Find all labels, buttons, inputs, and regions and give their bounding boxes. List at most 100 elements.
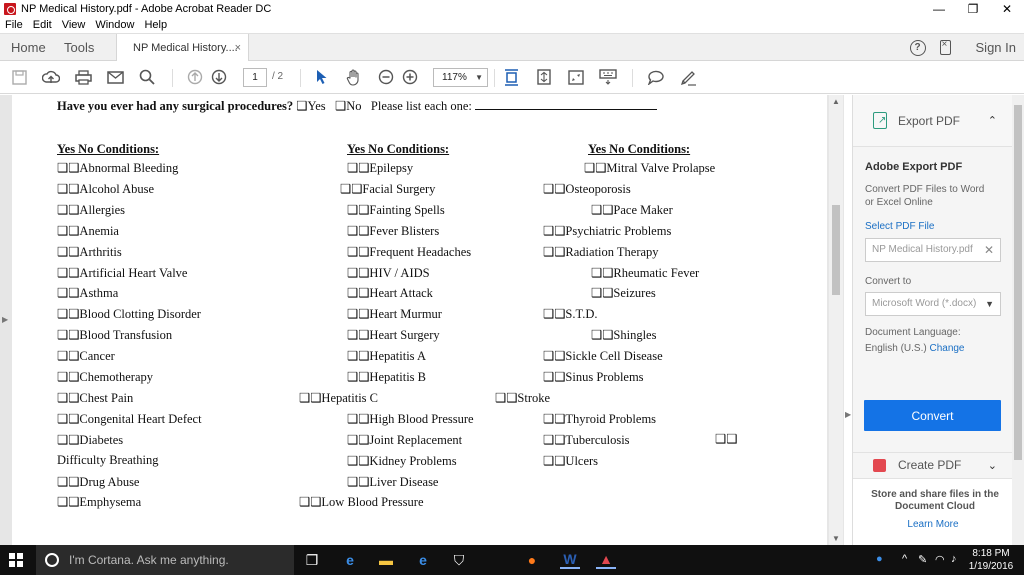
menu-edit[interactable]: Edit: [33, 19, 52, 31]
people-icon[interactable]: ●: [876, 553, 883, 565]
next-page-icon[interactable]: [209, 68, 229, 86]
clear-file-icon[interactable]: ✕: [984, 239, 994, 261]
scroll-up-icon[interactable]: ▲: [832, 97, 840, 106]
cortana-search-box[interactable]: I'm Cortana. Ask me anything.: [36, 545, 294, 575]
store-icon[interactable]: ⛉: [449, 551, 469, 569]
condition-item: ❑❑Ulcers: [543, 453, 599, 468]
mobile-link-icon[interactable]: [939, 39, 951, 55]
selected-file-field[interactable]: NP Medical History.pdf ✕: [865, 238, 1001, 262]
acrobat-taskbar-icon[interactable]: ▲: [596, 551, 616, 569]
tab-bar: Home Tools NP Medical History.... × ? Si…: [0, 33, 1024, 62]
previous-page-icon[interactable]: [185, 68, 205, 86]
edge-browser-icon[interactable]: e: [340, 551, 360, 569]
condition-item: ❑❑Artificial Heart Valve: [57, 265, 188, 280]
show-hidden-icons[interactable]: ^: [902, 553, 907, 565]
learn-more-link[interactable]: Learn More: [853, 519, 1013, 530]
full-screen-icon[interactable]: [566, 68, 586, 86]
tab-tools[interactable]: Tools: [64, 34, 94, 61]
column-header-3: Yes No Conditions:: [588, 142, 691, 156]
menu-view[interactable]: View: [62, 19, 86, 31]
convert-to-label: Convert to: [865, 276, 912, 287]
select-pdf-file-link[interactable]: Select PDF File: [865, 221, 934, 232]
right-panel-toggle-icon[interactable]: ▶: [845, 410, 851, 419]
wifi-icon[interactable]: ◠: [935, 553, 945, 566]
sign-in-link[interactable]: Sign In: [976, 40, 1016, 55]
tab-home[interactable]: Home: [11, 34, 46, 61]
acrobat-app-icon: [4, 2, 16, 15]
condition-item: ❑❑Fever Blisters: [347, 223, 440, 238]
zoom-in-icon[interactable]: [400, 68, 420, 86]
condition-item: ❑❑Joint Replacement: [347, 432, 463, 447]
create-pdf-title: Create PDF: [898, 458, 962, 472]
scrolling-mode-icon[interactable]: [501, 68, 521, 86]
restore-button[interactable]: ❐: [956, 0, 990, 17]
task-view-icon[interactable]: ❐: [302, 551, 322, 569]
condition-item: ❑❑Stroke: [495, 390, 551, 405]
help-icon[interactable]: ?: [909, 39, 926, 56]
scroll-down-icon[interactable]: ▼: [832, 534, 840, 543]
hand-tool-icon[interactable]: [344, 68, 364, 86]
document-language-value: English (U.S.): [865, 343, 927, 354]
system-clock[interactable]: 8:18 PM 1/19/2016: [966, 547, 1016, 573]
document-viewport[interactable]: ▶ Have you ever had any surgical procedu…: [0, 95, 851, 545]
zoom-level-select[interactable]: 117% ▼: [433, 68, 488, 87]
convert-format-select[interactable]: Microsoft Word (*.docx) ▼: [865, 292, 1001, 316]
column-header-1: Yes No Conditions:: [57, 142, 160, 156]
change-language-link[interactable]: Change: [929, 343, 964, 354]
condition-item: ❑❑Hepatitis C: [299, 390, 379, 405]
export-pdf-header[interactable]: Export PDF ⌃: [853, 95, 1013, 147]
pen-icon[interactable]: ✎: [918, 553, 927, 566]
document-scrollbar[interactable]: ▲ ▼: [829, 95, 843, 545]
fit-page-icon[interactable]: [534, 68, 554, 86]
menu-help[interactable]: Help: [144, 19, 167, 31]
comment-icon[interactable]: [646, 68, 666, 86]
print-icon[interactable]: [73, 68, 93, 86]
adobe-export-title: Adobe Export PDF: [865, 161, 963, 173]
trailing-checkboxes: ❑❑: [715, 432, 738, 446]
condition-item: ❑❑Anemia: [57, 223, 119, 238]
list-prompt: Please list each one:: [370, 99, 472, 113]
menu-window[interactable]: Window: [95, 19, 134, 31]
create-pdf-header[interactable]: Create PDF ⌄: [853, 452, 1013, 477]
firefox-icon[interactable]: ●: [522, 551, 542, 569]
windows-start-icon[interactable]: [9, 553, 23, 567]
search-icon[interactable]: [137, 68, 157, 86]
internet-explorer-icon[interactable]: e: [413, 551, 433, 569]
upload-cloud-icon[interactable]: [41, 68, 61, 86]
volume-icon[interactable]: ♪: [951, 553, 957, 565]
convert-button[interactable]: Convert: [864, 400, 1001, 431]
condition-item: ❑❑Abnormal Bleeding: [57, 161, 179, 175]
panel-scrollbar-thumb[interactable]: [1014, 105, 1022, 460]
condition-item: ❑❑Psychiatric Problems: [543, 223, 672, 238]
scrollbar-thumb[interactable]: [832, 205, 840, 295]
zoom-out-icon[interactable]: [376, 68, 396, 86]
condition-item: ❑❑Shingles: [591, 328, 657, 343]
panel-scrollbar[interactable]: [1012, 95, 1024, 545]
email-icon[interactable]: [105, 68, 125, 86]
condition-item: ❑❑Arthritis: [57, 244, 122, 259]
file-explorer-icon[interactable]: ▬: [376, 551, 396, 569]
save-icon[interactable]: [9, 68, 29, 86]
export-pdf-panel: Export PDF ⌃ Adobe Export PDF Convert PD…: [852, 95, 1013, 545]
tab-close-icon[interactable]: ×: [235, 42, 241, 54]
left-panel-toggle-icon[interactable]: ▶: [2, 315, 8, 324]
chevron-up-icon[interactable]: ⌃: [988, 114, 997, 127]
chevron-down-icon[interactable]: ⌄: [988, 459, 997, 472]
condition-item: ❑❑Diabetes: [57, 432, 124, 447]
close-window-button[interactable]: ✕: [990, 0, 1024, 17]
menu-file[interactable]: File: [5, 19, 23, 31]
word-icon[interactable]: W: [560, 551, 580, 569]
condition-item: ❑❑Emphysema: [57, 495, 142, 510]
condition-item: ❑❑Heart Murmur: [347, 307, 442, 322]
select-cursor-icon[interactable]: [312, 68, 332, 86]
tab-document[interactable]: NP Medical History.... ×: [116, 34, 249, 62]
minimize-button[interactable]: —: [922, 0, 956, 17]
clock-time: 8:18 PM: [972, 548, 1010, 559]
page-number-input[interactable]: 1: [243, 68, 267, 87]
condition-item: ❑❑Seizures: [591, 286, 656, 301]
windows-taskbar: I'm Cortana. Ask me anything. ❐ e ▬ e ⛉ …: [0, 545, 1024, 575]
highlight-pen-icon[interactable]: [678, 68, 698, 86]
condition-item: ❑❑Blood Clotting Disorder: [57, 307, 201, 322]
keyboard-icon[interactable]: [598, 68, 618, 86]
condition-item: ❑❑Fainting Spells: [347, 202, 445, 217]
